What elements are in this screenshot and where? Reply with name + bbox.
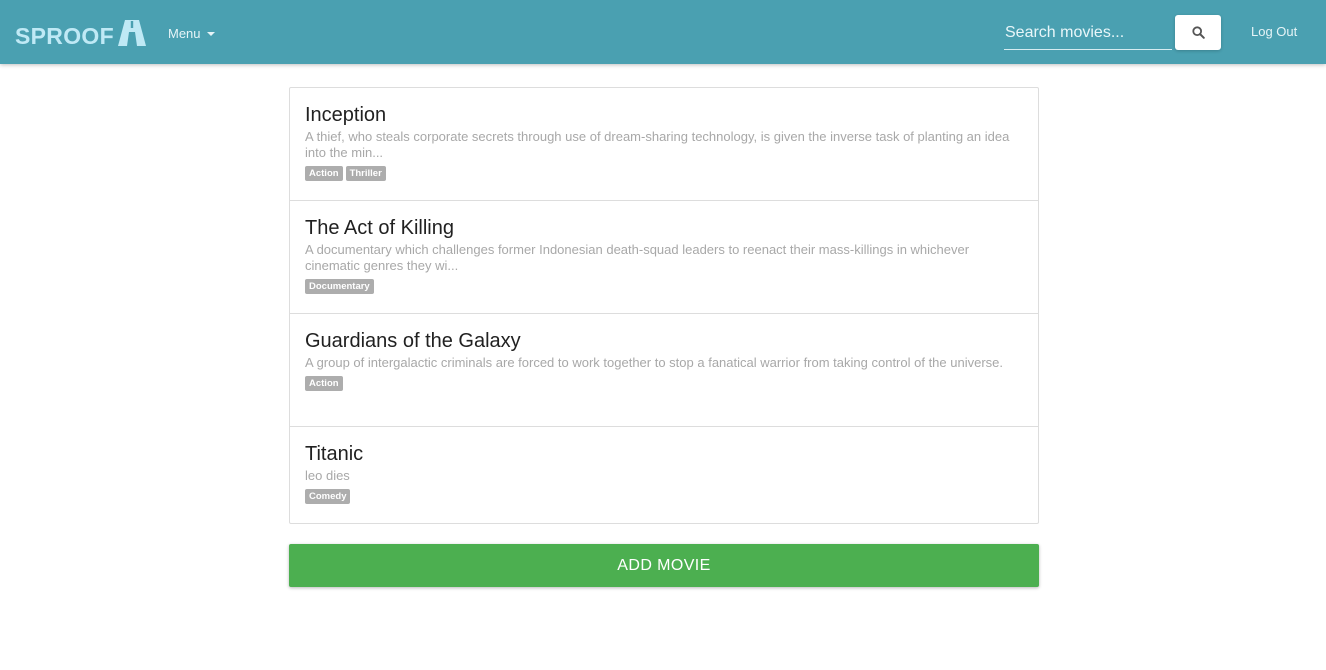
movie-description: leo dies: [305, 468, 350, 483]
genre-tag: Action: [305, 376, 343, 391]
movie-description: A documentary which challenges former In…: [305, 242, 970, 273]
menu-dropdown-toggle[interactable]: Menu: [168, 23, 215, 43]
navbar: SPROOF Menu Log Out: [0, 0, 1326, 64]
movie-title: Guardians of the Galaxy: [305, 330, 521, 352]
search-input[interactable]: [1004, 16, 1172, 50]
genre-tag: Action: [305, 166, 343, 181]
add-movie-button[interactable]: ADD MOVIE: [289, 544, 1039, 587]
brand-name: SPROOF: [15, 22, 114, 49]
movie-description: A group of intergalactic criminals are f…: [305, 355, 1004, 370]
road-a-logo-icon: [117, 20, 146, 46]
genre-tag: Documentary: [305, 279, 374, 294]
movie-item-inception[interactable]: Inception A thief, who steals corporate …: [290, 88, 1038, 201]
search-icon: [1191, 26, 1205, 39]
caret-down-icon: [206, 32, 215, 36]
movie-item-the-act-of-killing[interactable]: The Act of Killing A documentary which c…: [290, 201, 1038, 314]
genre-tags: Action Thriller: [305, 166, 1023, 181]
movie-list: Inception A thief, who steals corporate …: [289, 87, 1039, 524]
genre-tags: Action: [305, 376, 1023, 391]
menu-label: Menu: [168, 25, 201, 41]
movie-item-titanic[interactable]: Titanic leo dies Comedy: [290, 427, 1038, 523]
movie-title: Inception: [305, 104, 387, 126]
genre-tag: Comedy: [305, 489, 351, 504]
movie-description: A thief, who steals corporate secrets th…: [305, 129, 1010, 160]
movie-title: Titanic: [305, 443, 364, 465]
movie-item-guardians-of-the-galaxy[interactable]: Guardians of the Galaxy A group of inter…: [290, 314, 1038, 427]
logout-link[interactable]: Log Out: [1251, 24, 1297, 39]
genre-tags: Comedy: [305, 489, 1023, 504]
movie-title: The Act of Killing: [305, 217, 454, 239]
genre-tags: Documentary: [305, 279, 1023, 294]
search-button[interactable]: [1175, 15, 1221, 50]
genre-tag: Thriller: [345, 166, 386, 181]
brand-logo-link[interactable]: SPROOF: [15, 18, 146, 48]
